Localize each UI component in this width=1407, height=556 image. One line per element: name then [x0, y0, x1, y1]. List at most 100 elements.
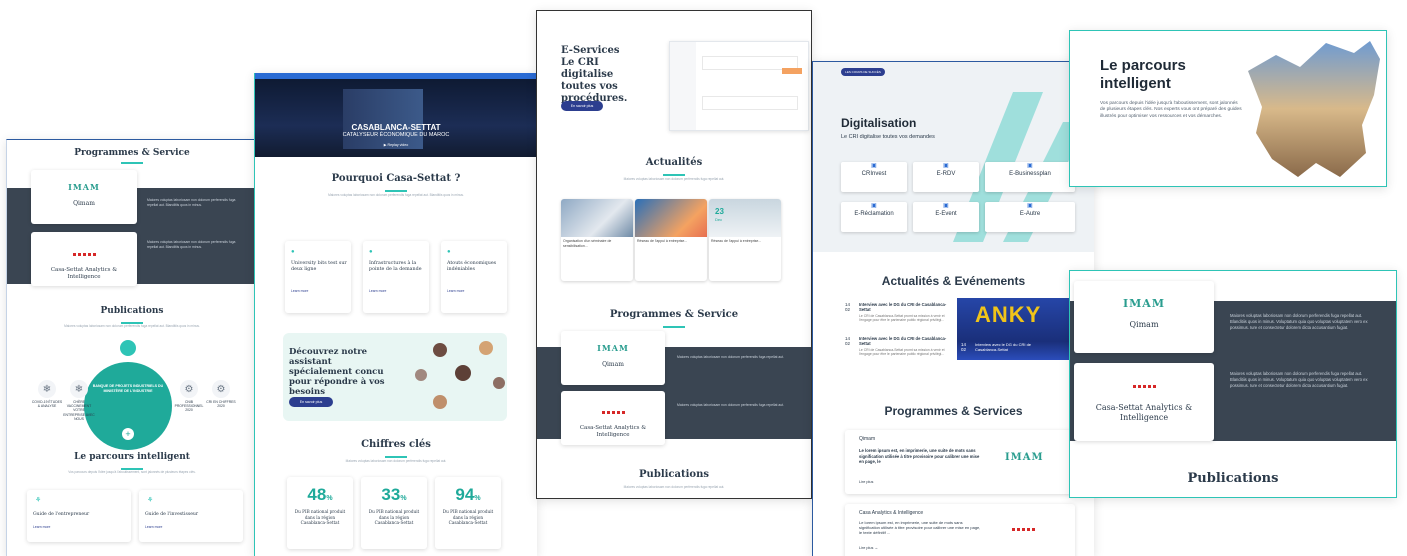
qimam-logo: IMAM — [1122, 297, 1166, 310]
feature-card[interactable]: ● Atouts économiques indéniables Learn m… — [441, 241, 507, 313]
publications-title: Publications — [639, 469, 709, 480]
service-eautre[interactable]: ▣ E-Autre — [985, 202, 1075, 232]
stat-label: Du PIB national produit dans la région C… — [368, 509, 420, 525]
feature-icon: ● — [447, 249, 451, 255]
event-item[interactable]: 14 02 Interview avec le DG du CRI de Casa… — [845, 302, 955, 323]
digitalisation-title: Digitalisation — [841, 116, 917, 130]
plus-icon[interactable]: + — [122, 427, 134, 440]
programmes-zoom-card: IMAM Qimam Casa-Settat Analytics & Intel… — [1069, 270, 1397, 498]
service-erdv[interactable]: ▣ E-RDV — [913, 162, 979, 192]
service-crinvest[interactable]: ▣ CRInvest — [841, 162, 907, 192]
hub-item[interactable]: ⚙ CRI EN CHIFFRES 2020 — [205, 380, 237, 408]
featured-event-image[interactable]: ANKY 14 02 Interview avec le DG du CRI de… — [957, 298, 1075, 360]
stat-label: Du PIB national produit dans la région C… — [294, 509, 346, 525]
event-item[interactable]: 14 02 Interview avec le DG du CRI de Casa… — [845, 336, 955, 357]
guide-card-entrepreneur[interactable]: ⚘ Guide de l'entrepreneur Learn more — [27, 490, 131, 542]
title-underline — [121, 162, 143, 164]
news-card[interactable]: Réseau de l'appui à entreprise... — [635, 199, 707, 281]
laptop-icon: ▣ — [1027, 203, 1033, 209]
eservices-title: E-Services — [561, 45, 620, 56]
laptop-icon: ▣ — [943, 203, 949, 209]
hub-featured-publication[interactable]: BANQUE DE PROJETS INDUSTRIELS DU MINISTÈ… — [84, 362, 172, 450]
page-mockup-home-left: Programmes & Service IMAM Qimam Casa-Set… — [6, 139, 257, 556]
page-mockup-digitalisation: LES COURS DE SUCCÈS Digitalisation Le CR… — [812, 61, 1094, 556]
service-ereclamation[interactable]: ▣ E-Réclamation — [841, 202, 907, 232]
news-card[interactable]: 23 Dec Réseau de l'appui à entreprise... — [709, 199, 781, 281]
programme-card-analytics[interactable]: Casa Analytics & Intelligence Le lorem i… — [845, 504, 1075, 556]
news-date-day: 23 — [715, 207, 724, 216]
figures-title: Chiffres clés — [361, 439, 431, 450]
service-ebusinessplan[interactable]: ▣ E-Businessplan — [985, 162, 1075, 192]
event-banner-letters: ANKY — [975, 302, 1042, 327]
publications-intro: Maiores voluptas laboriosam non dolorum … — [623, 485, 725, 489]
learn-more-link[interactable]: Learn more — [145, 525, 243, 529]
programme-card-qimam[interactable]: Qimam Le lorem ipsum est, en imprimerie,… — [845, 430, 1075, 494]
programme-card-qimam[interactable]: IMAM Qimam — [561, 331, 665, 385]
feature-card[interactable]: ● Infrastructures à la pointe de la dema… — [363, 241, 429, 313]
region-map-image — [1248, 41, 1380, 177]
news-image — [635, 199, 707, 237]
learn-more-link[interactable]: Learn more — [291, 289, 351, 293]
eservices-button[interactable]: En savoir plus — [561, 101, 603, 111]
service-eevent[interactable]: ▣ E-Event — [913, 202, 979, 232]
programme-description: Maiores voluptas laboriosam non dolorum … — [1230, 371, 1368, 388]
stat-card: 94% Du PIB national produit dans la régi… — [435, 477, 501, 549]
building-image — [343, 89, 423, 149]
learn-more-link[interactable]: Learn more — [33, 525, 131, 529]
stat-value: 33% — [381, 485, 407, 504]
document-icon: ⚙ — [212, 380, 230, 398]
news-text: Réseau de l'appui à entreprise... — [711, 239, 762, 243]
title-underline — [663, 174, 685, 176]
featured-event-date: 14 02 — [961, 342, 967, 352]
programme-card-analytics[interactable]: Casa-Settat Analytics & Intelligence — [1074, 363, 1214, 441]
programme-text: Le lorem ipsum est, en imprimerie, une s… — [859, 448, 980, 465]
programme-description: Maiores voluptas laboriosam non dolorum … — [147, 198, 236, 207]
hub-item[interactable]: ⚙ CNIB PROFESSIONNEL 2020 — [173, 380, 205, 413]
guide-card-investisseur[interactable]: ⚘ Guide de l'investisseur Learn more — [139, 490, 243, 542]
programme-card-analytics[interactable]: Casa-Settat Analytics & Intelligence — [31, 232, 137, 286]
programme-description: Maiores voluptas laboriosam non dolorum … — [147, 240, 236, 249]
avatar — [433, 343, 447, 357]
replay-video-link[interactable]: ▶ Replay video — [255, 143, 537, 147]
dashboard-status — [782, 68, 802, 74]
feature-title: University bits test sur deux ligne — [291, 261, 347, 272]
hub-item[interactable]: ❄ COVID-19 ÉTUDES & ANALYSE — [31, 380, 63, 408]
programmes-title: Programmes & Service — [609, 309, 739, 320]
publications-title: Publications — [1187, 471, 1279, 486]
programme-name: Casa-Settat Analytics & Intelligence — [1095, 403, 1193, 422]
news-card[interactable]: Organisation d'un séminaire de sensibili… — [561, 199, 633, 281]
qimam-logo: IMAM — [68, 182, 100, 192]
read-more-link[interactable]: Lire plus — [859, 480, 873, 484]
assistant-button[interactable]: En savoir plus — [289, 397, 333, 407]
dashboard-screenshot — [669, 41, 809, 131]
avatar — [433, 395, 447, 409]
figures-intro: Maiores voluptas laboriosam non dolorum … — [345, 459, 447, 463]
document-icon: ❄ — [70, 380, 88, 398]
programme-description: Maiores voluptas laboriosam non dolorum … — [677, 355, 785, 359]
programme-card-analytics[interactable]: Casa-Settat Analytics & Intelligence — [561, 391, 665, 445]
programme-card-qimam[interactable]: IMAM Qimam — [1074, 281, 1214, 353]
laptop-icon: ▣ — [943, 163, 949, 169]
learn-more-link[interactable]: Learn more — [369, 289, 429, 293]
back-button[interactable]: LES COURS DE SUCCÈS — [841, 68, 885, 76]
assistant-title: Découvrez notre assistant spécialement c… — [289, 347, 385, 397]
news-text: Organisation d'un séminaire de sensibili… — [563, 239, 612, 248]
learn-more-link[interactable]: Learn more — [447, 289, 507, 293]
programmes-title: Programmes & Service — [74, 148, 190, 158]
avatar — [455, 365, 471, 381]
document-icon: ⚙ — [180, 380, 198, 398]
feature-card[interactable]: ● University bits test sur deux ligne Le… — [285, 241, 351, 313]
programme-card-qimam[interactable]: IMAM Qimam — [31, 170, 137, 224]
hero-subtitle: CATALYSEUR ÉCONOMIQUE DU MAROC — [342, 132, 450, 138]
feature-icon: ● — [369, 249, 373, 255]
hub-item[interactable]: ❄ CHÈRE VACCINEMENT VOTRE ENTREPRISE AVEC… — [63, 380, 95, 421]
event-text: Le CRI de Casablanca-Settat promt sa mis… — [859, 347, 945, 357]
event-title: Interview avec le DG du CRI de Casablanc… — [859, 336, 947, 347]
news-image: 23 Dec — [709, 199, 781, 237]
read-more-link[interactable]: Lire plus → — [859, 546, 878, 550]
event-title: Interview avec le DG du CRI de Casablanc… — [859, 302, 947, 313]
programme-name: Qimam — [73, 200, 95, 207]
digitalisation-subtitle: Le CRI digitalise toutes vos demandes — [841, 134, 935, 140]
avatar — [415, 369, 427, 381]
hero-image: CASABLANCA-SETTAT CATALYSEUR ÉCONOMIQUE … — [255, 79, 537, 157]
